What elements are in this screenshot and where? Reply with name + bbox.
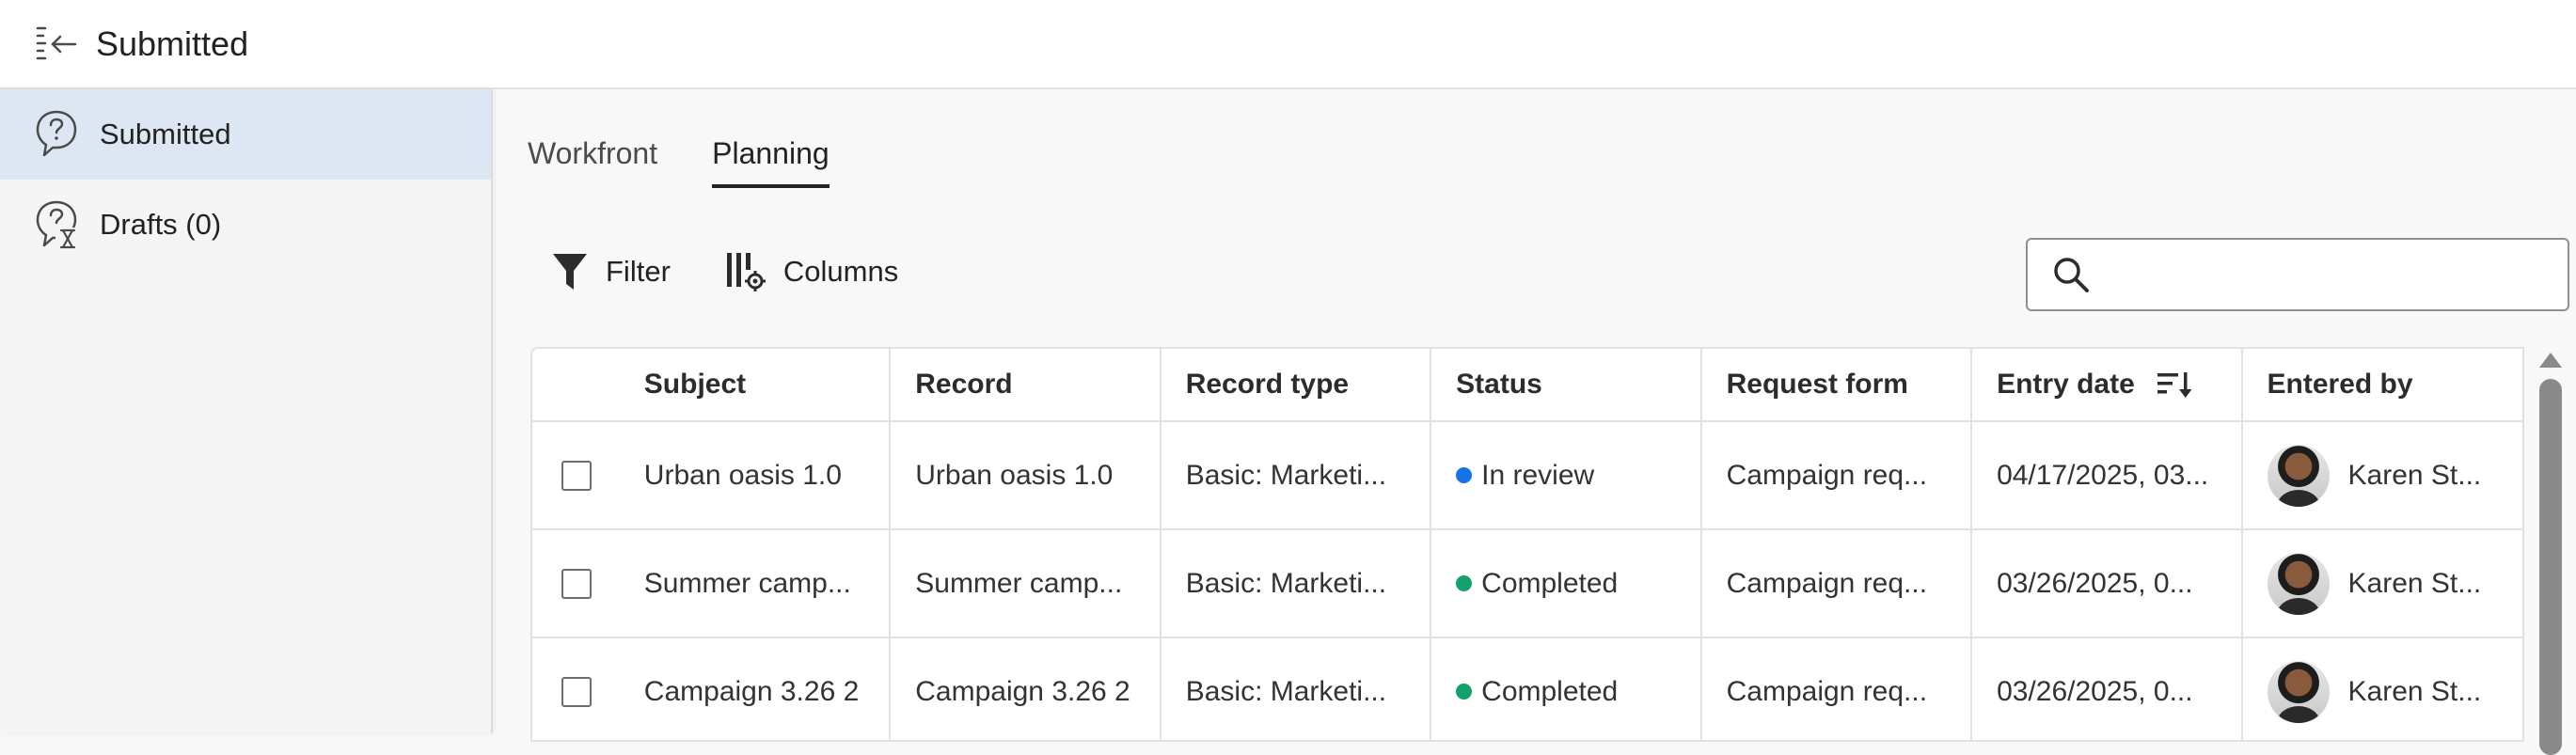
columns-label: Columns — [782, 255, 899, 288]
table-scrollbar[interactable] — [2526, 347, 2573, 755]
scroll-thumb[interactable] — [2539, 379, 2562, 755]
request-form-cell: Campaign req... — [1702, 530, 1973, 637]
row-select-cell — [532, 530, 622, 637]
status-dot — [1456, 684, 1473, 700]
sidebar-item-label: Drafts (0) — [100, 208, 222, 241]
row-checkbox[interactable] — [561, 568, 593, 599]
column-header-record[interactable]: Record — [891, 349, 1162, 420]
filter-label: Filter — [606, 255, 671, 288]
sidebar: Submitted Drafts (0) — [0, 89, 493, 733]
column-header-subject[interactable]: Subject — [622, 349, 892, 420]
select-column-header — [532, 349, 622, 420]
request-form-cell: Campaign req... — [1702, 422, 1973, 528]
filter-icon — [553, 254, 587, 290]
status-cell: Completed — [1431, 530, 1702, 637]
toolbar: Filter Columns — [551, 251, 953, 292]
status-badge: Completed — [1481, 567, 1619, 599]
status-dot — [1456, 467, 1473, 483]
page-title: Submitted — [96, 24, 249, 63]
collapse-sidebar-icon — [36, 26, 77, 59]
column-header-request-form[interactable]: Request form — [1702, 349, 1973, 420]
question-bubble-icon — [34, 108, 79, 161]
sidebar-item-submitted[interactable]: Submitted — [0, 89, 491, 180]
column-header-record-type[interactable]: Record type — [1162, 349, 1432, 420]
hourglass-bubble-icon — [34, 198, 79, 251]
subject-cell: Urban oasis 1.0 — [622, 422, 892, 528]
column-header-label: Entry date — [1997, 369, 2135, 400]
collapse-sidebar-button[interactable] — [28, 16, 85, 72]
entered-by-cell: Karen St... — [2243, 422, 2522, 528]
entered-by-cell: Karen St... — [2243, 530, 2522, 637]
sidebar-item-drafts[interactable]: Drafts (0) — [0, 180, 491, 270]
search-input[interactable] — [2103, 246, 2568, 303]
columns-button[interactable]: Columns — [725, 251, 898, 292]
search-box — [2026, 238, 2569, 311]
subject-cell: Summer camp... — [622, 530, 892, 637]
entered-by-cell: Karen St... — [2243, 638, 2522, 740]
tab-workfront[interactable]: Workfront — [528, 136, 657, 188]
table-header: Subject Record Record type Status Reques… — [532, 349, 2522, 422]
avatar — [2267, 660, 2330, 723]
column-header-status[interactable]: Status — [1431, 349, 1702, 420]
status-cell: In review — [1431, 422, 1702, 528]
sidebar-item-label: Submitted — [100, 118, 231, 150]
row-checkbox[interactable] — [561, 460, 593, 491]
status-cell: Completed — [1431, 638, 1702, 740]
row-select-cell — [532, 422, 622, 528]
sort-descending-icon[interactable] — [2156, 370, 2193, 400]
record-cell[interactable]: Campaign 3.26 2 — [891, 638, 1162, 740]
record-cell[interactable]: Urban oasis 1.0 — [891, 422, 1162, 528]
scroll-up-arrow-icon[interactable] — [2539, 353, 2562, 368]
avatar — [2267, 444, 2330, 507]
entered-by-name: Karen St... — [2347, 567, 2482, 599]
filter-button[interactable]: Filter — [551, 251, 671, 292]
search-icon — [2054, 258, 2089, 292]
record-type-cell: Basic: Marketi... — [1162, 530, 1432, 637]
subject-cell: Campaign 3.26 2 — [622, 638, 892, 740]
top-bar: Submitted — [0, 0, 2576, 89]
request-form-cell: Campaign req... — [1702, 638, 1973, 740]
entry-date-cell: 04/17/2025, 03... — [1972, 422, 2243, 528]
main-content: Workfront Planning Filter Columns Subjec… — [495, 89, 2576, 755]
columns-settings-icon — [726, 253, 766, 291]
status-badge: Completed — [1481, 675, 1619, 707]
record-type-cell: Basic: Marketi... — [1162, 638, 1432, 740]
entered-by-name: Karen St... — [2347, 675, 2482, 707]
record-cell[interactable]: Summer camp... — [891, 530, 1162, 637]
table-row[interactable]: Urban oasis 1.0 Urban oasis 1.0 Basic: M… — [532, 422, 2522, 530]
column-header-entry-date[interactable]: Entry date — [1972, 349, 2243, 420]
tab-planning[interactable]: Planning — [712, 136, 830, 188]
table-row[interactable]: Campaign 3.26 2 Campaign 3.26 2 Basic: M… — [532, 638, 2522, 740]
entry-date-cell: 03/26/2025, 0... — [1972, 638, 2243, 740]
tab-list: Workfront Planning — [528, 136, 884, 188]
status-dot — [1456, 575, 1473, 591]
table-row[interactable]: Summer camp... Summer camp... Basic: Mar… — [532, 530, 2522, 638]
row-select-cell — [532, 638, 622, 740]
column-header-entered-by[interactable]: Entered by — [2243, 349, 2522, 420]
entered-by-name: Karen St... — [2347, 459, 2482, 491]
submissions-table: Subject Record Record type Status Reques… — [530, 347, 2524, 742]
status-badge: In review — [1481, 459, 1595, 491]
avatar — [2267, 552, 2330, 615]
record-type-cell: Basic: Marketi... — [1162, 422, 1432, 528]
entry-date-cell: 03/26/2025, 0... — [1972, 530, 2243, 637]
row-checkbox[interactable] — [561, 676, 593, 707]
